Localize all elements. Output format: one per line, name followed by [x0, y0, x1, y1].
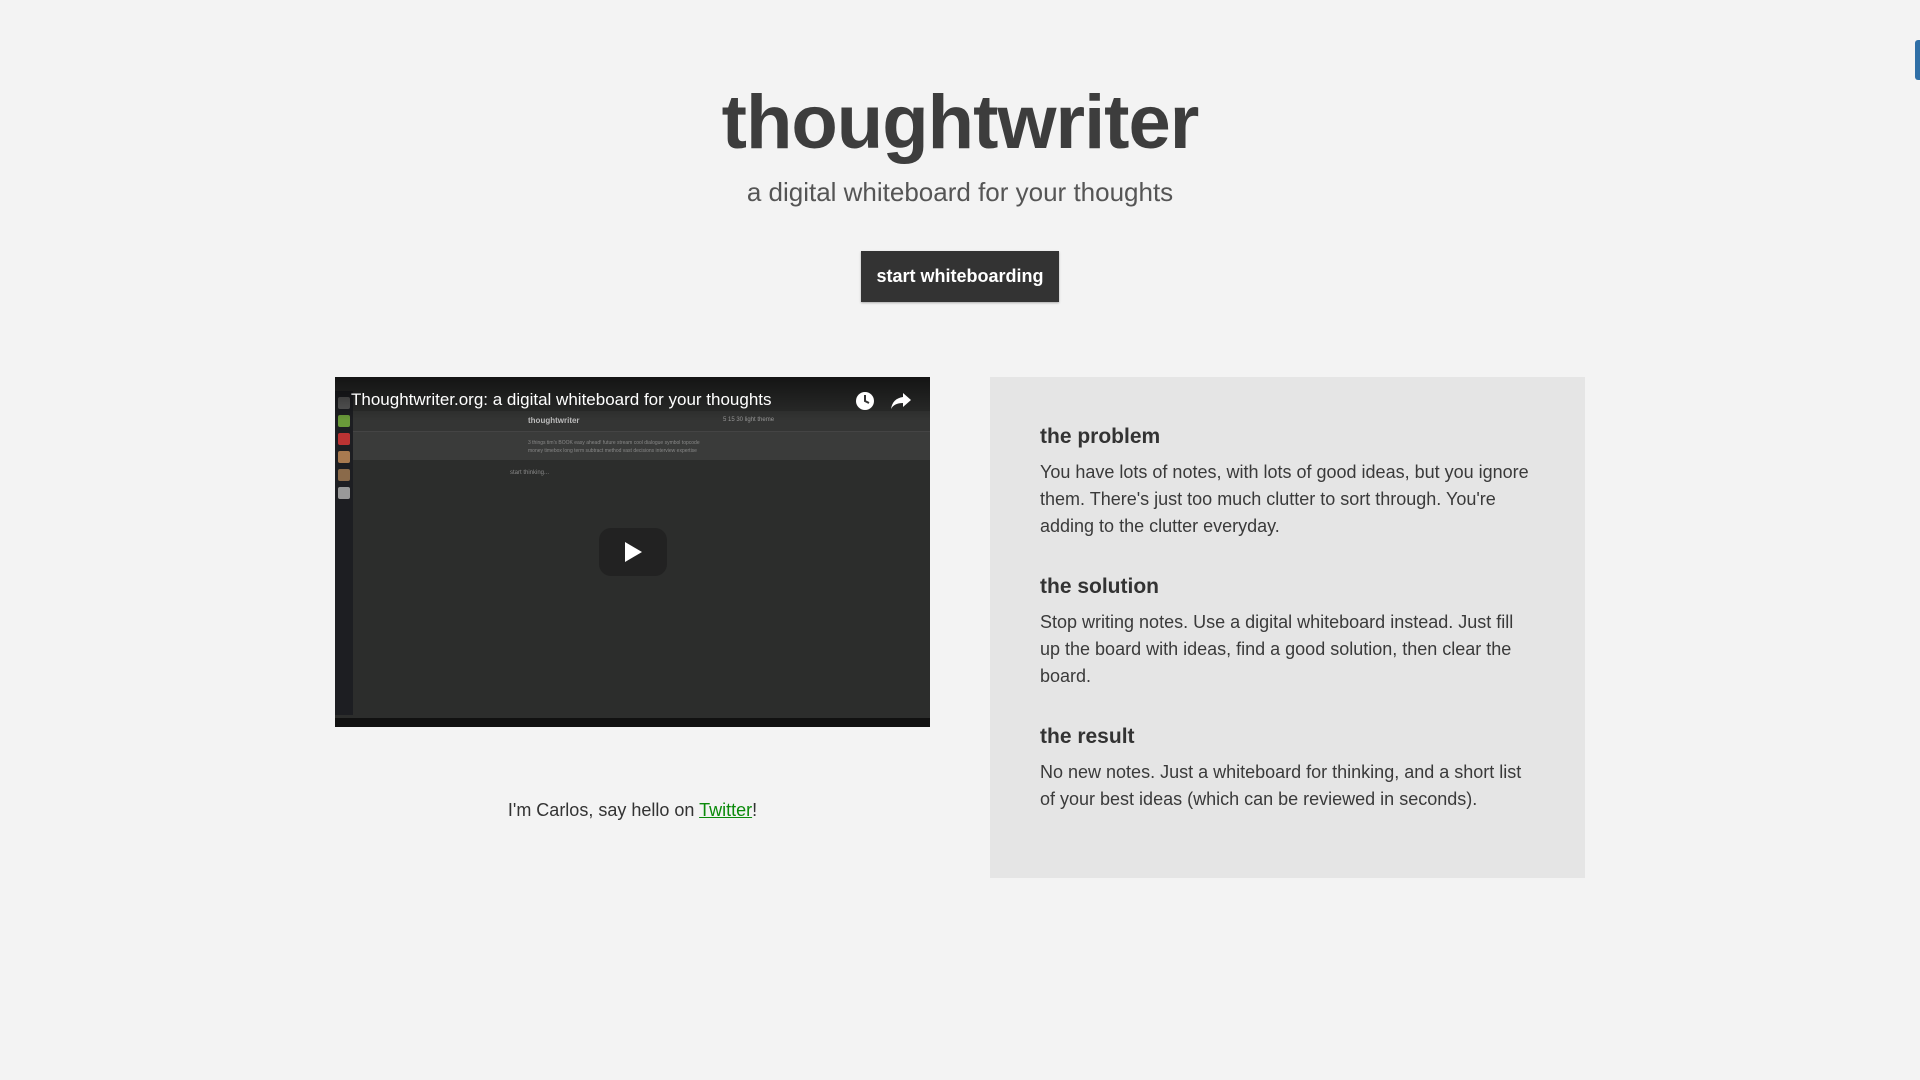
info-panel: the problem You have lots of notes, with…: [990, 377, 1585, 878]
site-title: thoughtwriter: [721, 80, 1200, 165]
section-heading: the problem: [1040, 425, 1161, 448]
video-bottom-bar: [335, 718, 930, 727]
video-preview-placeholder: start thinking...: [510, 470, 550, 476]
section-heading: the solution: [1040, 575, 1159, 598]
video-preview-launcher: [335, 391, 353, 715]
start-whiteboarding-button[interactable]: start whiteboarding: [861, 251, 1059, 302]
side-tab[interactable]: [1915, 40, 1920, 80]
video-preview-tagline: 3 things tim's BOOK easy ahead! future s…: [528, 440, 700, 446]
play-icon: [625, 542, 642, 562]
share-icon[interactable]: [890, 391, 912, 411]
play-button[interactable]: [599, 528, 667, 576]
video-preview-tagline: money timebox long term subtract method …: [528, 448, 697, 454]
section-body: You have lots of notes, with lots of goo…: [1040, 462, 1529, 536]
video-player[interactable]: thoughtwriter 5 15 30 light theme 3 thin…: [335, 377, 930, 727]
hero: thoughtwriter a digital whiteboard for y…: [0, 78, 1920, 208]
video-title-bar: Thoughtwriter.org: a digital whiteboard …: [335, 377, 930, 421]
watch-later-icon[interactable]: [855, 391, 875, 411]
video-preview-tags: 3 things tim's BOOK easy ahead! future s…: [353, 432, 930, 460]
site-subtitle: a digital whiteboard for your thoughts: [746, 177, 1174, 207]
twitter-link[interactable]: Twitter: [699, 800, 752, 820]
author-suffix: !: [752, 800, 758, 820]
section-body: Stop writing notes. Use a digital whiteb…: [1040, 612, 1514, 686]
section-body: No new notes. Just a whiteboard for thin…: [1040, 762, 1522, 809]
section-heading: the result: [1040, 725, 1135, 748]
video-title[interactable]: Thoughtwriter.org: a digital whiteboard …: [351, 390, 772, 410]
author-text: I'm Carlos, say hello on: [507, 800, 700, 820]
author-line: I'm Carlos, say hello on Twitter!: [335, 800, 930, 821]
